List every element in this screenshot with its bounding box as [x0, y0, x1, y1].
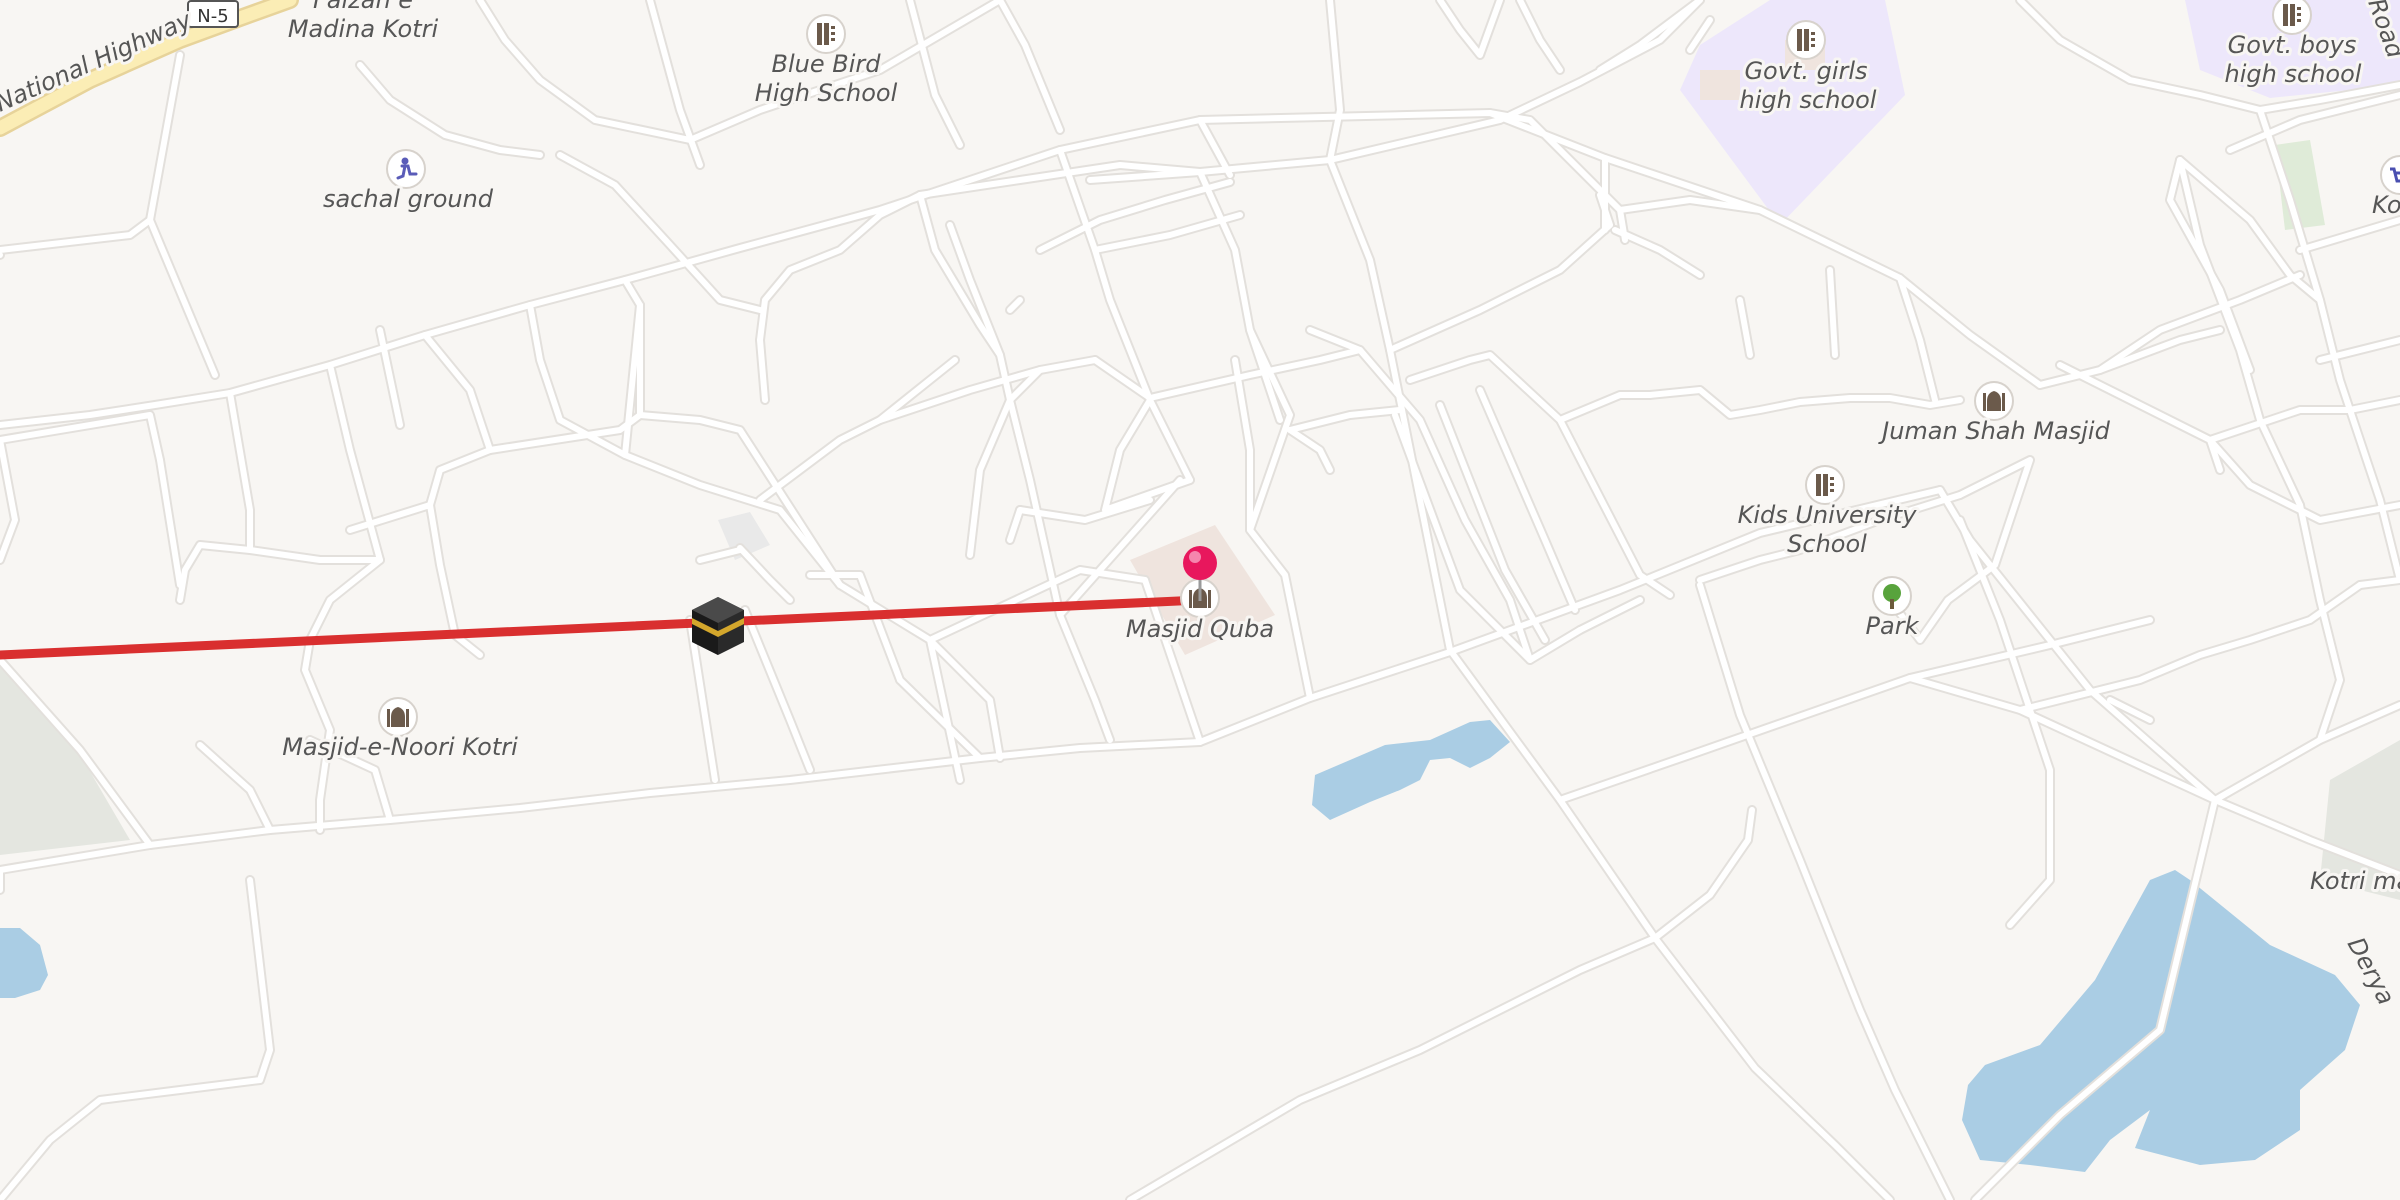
poi-label: Park: [1866, 612, 1920, 640]
tree-icon[interactable]: [1872, 576, 1912, 616]
sports-ground-icon[interactable]: [386, 149, 426, 189]
poi-label: School: [1787, 530, 1867, 558]
poi-label: Kotri ma: [2310, 867, 2400, 895]
school-icon[interactable]: [2272, 0, 2312, 35]
map-canvas[interactable]: N-5 National Highway Derya Road Faizan e…: [0, 0, 2400, 1200]
school-icon[interactable]: [806, 14, 846, 54]
poi-label: Masjid-e-Noori Kotri: [282, 733, 518, 761]
poi-label: Govt. girls: [1744, 57, 1867, 85]
poi-label: sachal ground: [323, 185, 494, 213]
poi-label: Blue Bird: [772, 50, 882, 78]
poi-label: High School: [755, 79, 898, 107]
poi-label: high school: [1740, 86, 1877, 114]
poi-label: Kotri Ma: [2372, 191, 2400, 219]
school-icon[interactable]: [1786, 20, 1826, 60]
poi-label: Faizan e: [313, 0, 413, 14]
poi-label: high school: [2225, 60, 2362, 88]
building-footprint: [1700, 70, 1740, 100]
mosque-icon[interactable]: [378, 697, 418, 737]
poi-label: Madina Kotri: [288, 15, 439, 43]
poi-label: Masjid Quba: [1126, 615, 1274, 643]
poi-label: Kids University: [1738, 501, 1918, 529]
poi-label: Juman Shah Masjid: [1878, 417, 2110, 445]
highway-badge-text: N-5: [197, 6, 228, 27]
poi-label: Govt. boys: [2228, 31, 2357, 59]
school-icon[interactable]: [1805, 465, 1845, 505]
mosque-icon[interactable]: [1974, 381, 2014, 421]
